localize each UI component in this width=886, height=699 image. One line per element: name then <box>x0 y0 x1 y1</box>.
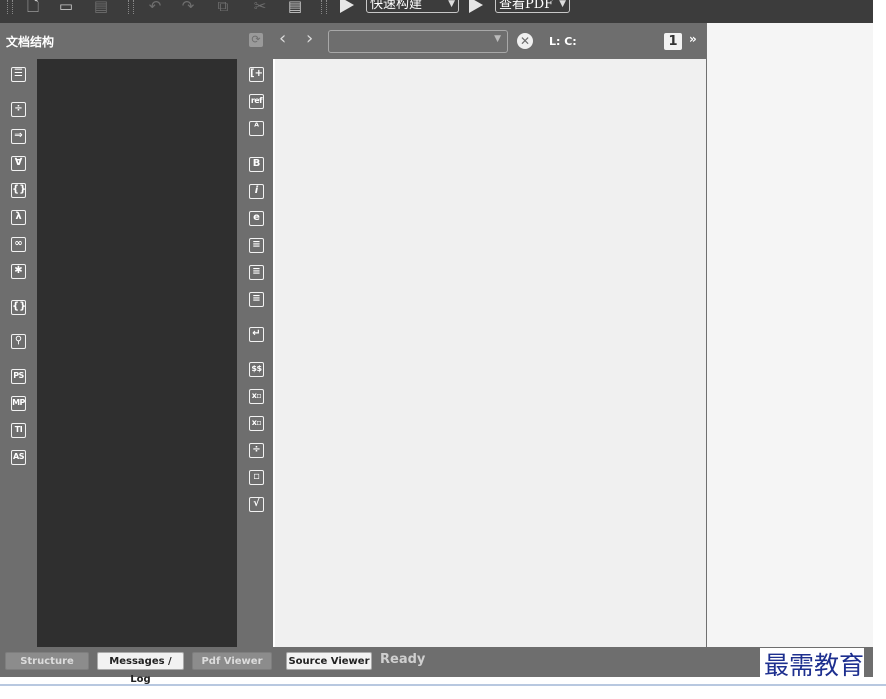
toolbar-grip <box>7 0 13 14</box>
source-editor[interactable] <box>275 59 706 647</box>
toolbar-separator <box>128 0 134 14</box>
pdf-viewer-tab[interactable]: Pdf Viewer <box>192 652 272 670</box>
asymptote-icon[interactable]: AS <box>11 450 26 465</box>
chevron-down-icon: ▼ <box>559 0 566 9</box>
redo-icon[interactable]: ↷ <box>179 0 197 16</box>
more-icon[interactable]: » <box>689 32 697 46</box>
insert-section-icon[interactable]: [+ <box>249 67 264 82</box>
messages-log-tab[interactable]: Messages / Log <box>97 652 184 685</box>
chevron-down-icon: ▼ <box>448 0 455 9</box>
run-build-icon[interactable] <box>340 0 354 13</box>
close-icon[interactable]: ✕ <box>517 33 533 49</box>
subscript-icon[interactable]: x▫ <box>249 389 264 404</box>
open-file-icon[interactable]: ▭ <box>57 0 75 16</box>
watermark: 最需教育 <box>760 648 865 684</box>
align-left-icon[interactable]: ≡ <box>249 238 264 253</box>
cut-icon[interactable]: ✂ <box>251 0 269 16</box>
dots-symbol-icon[interactable]: {}. <box>11 300 26 315</box>
metapost-icon[interactable]: MP <box>11 396 26 411</box>
toolbar-separator <box>321 0 327 14</box>
build-combo-value: 快速构建 <box>370 0 423 12</box>
view-pdf-icon[interactable] <box>469 0 483 13</box>
source-viewer-tab[interactable]: Source Viewer <box>286 652 372 670</box>
pstricks-icon[interactable]: PS <box>11 369 26 384</box>
undo-icon[interactable]: ↶ <box>146 0 164 16</box>
emphasis-icon[interactable]: e <box>249 211 264 226</box>
editor-header: ‹ › ▼ ✕ L: C: 1 » <box>273 23 706 59</box>
ref-icon[interactable]: ref <box>249 94 264 109</box>
misc-text-symbol-icon[interactable]: ✱ <box>11 264 26 279</box>
pdf-viewer-panel[interactable] <box>706 23 873 647</box>
user-symbol-icon[interactable]: ⚲ <box>11 334 26 349</box>
structure-panel: 文档结构 ⟳ ☰ ÷ ⇒ ∀ {} λ ∞ ✱ {}. ⚲ PS MP TI A… <box>0 23 273 647</box>
view-combo-value: 查看PDF <box>499 0 554 12</box>
page-number-icon[interactable]: 1 <box>664 33 682 50</box>
italic-icon[interactable]: i <box>249 184 264 199</box>
build-combo[interactable]: 快速构建 ▼ <box>366 0 459 13</box>
open-files-combo[interactable]: ▼ <box>328 30 508 53</box>
new-line-icon[interactable]: ↵ <box>249 327 264 342</box>
chevron-down-icon: ▼ <box>494 34 501 44</box>
structure-panel-title: 文档结构 <box>6 35 55 49</box>
toc-symbol-icon[interactable]: ☰ <box>11 67 26 82</box>
back-icon[interactable]: ‹ <box>279 29 286 49</box>
status-text: Ready <box>380 652 426 667</box>
forward-icon[interactable]: › <box>306 29 313 49</box>
dfrac-icon[interactable]: ▫ <box>249 470 264 485</box>
forall-symbol-icon[interactable]: ∀ <box>11 156 26 171</box>
paste-icon[interactable]: ▤ <box>286 0 304 16</box>
arrow-symbol-icon[interactable]: ⇒ <box>11 129 26 144</box>
structure-tab[interactable]: Structure <box>5 652 89 670</box>
refresh-icon[interactable]: ⟳ <box>249 33 263 47</box>
misc-math-symbol-icon[interactable]: ∞ <box>11 237 26 252</box>
copy-icon[interactable]: ⧉ <box>214 0 232 16</box>
relation-symbol-icon[interactable]: ÷ <box>11 102 26 117</box>
tikz-icon[interactable]: TI <box>11 423 26 438</box>
main-toolbar: 🗋 ▭ ▤ ↶ ↷ ⧉ ✂ ▤ 快速构建 ▼ 查看PDF ▼ <box>0 0 873 23</box>
window-bottom-border <box>0 684 886 686</box>
status-bar: Structure Messages / Log Pdf Viewer Sour… <box>0 647 873 685</box>
superscript-icon[interactable]: x▫ <box>249 416 264 431</box>
new-file-icon[interactable]: 🗋 <box>24 0 42 16</box>
sqrt-icon[interactable]: √ <box>249 497 264 512</box>
structure-tree[interactable] <box>37 59 237 647</box>
bold-icon[interactable]: B <box>249 157 264 172</box>
font-size-icon[interactable]: ᴬ <box>249 121 264 136</box>
align-center-icon[interactable]: ≡ <box>249 265 264 280</box>
save-icon[interactable]: ▤ <box>92 0 110 16</box>
delimiter-symbol-icon[interactable]: {} <box>11 183 26 198</box>
view-combo[interactable]: 查看PDF ▼ <box>495 0 570 13</box>
math-mode-icon[interactable]: $$ <box>249 362 264 377</box>
line-column-indicator: L: C: <box>549 35 577 48</box>
align-right-icon[interactable]: ≡ <box>249 292 264 307</box>
greek-symbol-icon[interactable]: λ <box>11 210 26 225</box>
fraction-icon[interactable]: ÷ <box>249 443 264 458</box>
